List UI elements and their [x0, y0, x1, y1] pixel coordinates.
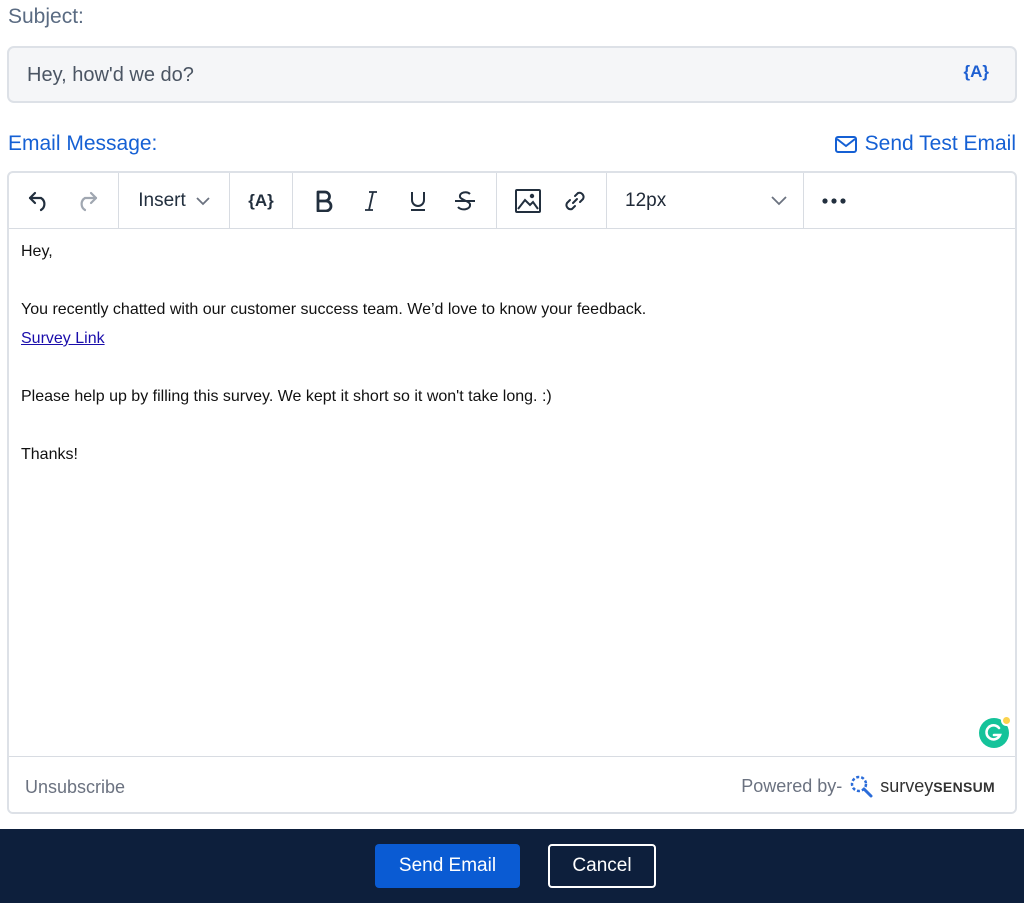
insert-image-button[interactable]	[510, 181, 546, 221]
undo-button[interactable]	[21, 181, 57, 221]
chevron-down-icon	[771, 196, 787, 206]
more-options-button[interactable]	[816, 181, 852, 221]
survey-link[interactable]: Survey Link	[21, 330, 105, 347]
powered-by: Powered by- surveySENSUM	[741, 773, 995, 799]
send-test-email-label: Send Test Email	[864, 132, 1016, 155]
bold-button[interactable]	[307, 181, 341, 221]
insert-dropdown[interactable]: Insert	[138, 181, 210, 221]
insert-link-button[interactable]	[557, 181, 593, 221]
email-editor: Insert {A} 12px Hey, You recently chatte…	[7, 171, 1017, 814]
body-closing: Thanks!	[21, 446, 78, 463]
grammarly-button[interactable]	[979, 715, 1012, 748]
image-icon	[515, 189, 542, 213]
editor-toolbar: Insert {A} 12px	[9, 173, 1015, 229]
history-group	[9, 173, 119, 229]
grammarly-status-dot	[1001, 715, 1012, 726]
send-test-email-button[interactable]: Send Test Email	[834, 132, 1016, 156]
italic-icon	[365, 191, 378, 211]
subject-input[interactable]: Hey, how'd we do? {A}	[7, 46, 1017, 103]
insert-token-button[interactable]: {A}	[248, 181, 274, 221]
insert-label: Insert	[138, 190, 186, 211]
body-line-feedback: You recently chatted with our customer s…	[21, 301, 647, 318]
redo-button[interactable]	[69, 181, 105, 221]
redo-icon	[80, 191, 98, 212]
strikethrough-button[interactable]	[448, 181, 482, 221]
strikethrough-icon	[454, 191, 475, 211]
underline-icon	[410, 192, 425, 211]
font-size-group[interactable]: 12px	[607, 173, 804, 229]
token-group: {A}	[230, 173, 293, 229]
cancel-button[interactable]: Cancel	[548, 844, 656, 888]
font-size-value[interactable]: 12px	[625, 190, 666, 212]
more-icon	[822, 198, 846, 204]
subject-value[interactable]: Hey, how'd we do?	[27, 64, 194, 87]
editor-footer: Unsubscribe Powered by- surveySENSUM	[9, 756, 1015, 812]
surveysensum-logo-text: surveySENSUM	[880, 775, 995, 796]
unsubscribe-link[interactable]: Unsubscribe	[25, 777, 125, 798]
envelope-icon	[834, 135, 857, 153]
media-group	[497, 173, 607, 229]
bold-icon	[316, 190, 333, 212]
body-line-survey: Please help up by filling this survey. W…	[21, 388, 552, 405]
italic-button[interactable]	[354, 181, 388, 221]
insert-group: Insert	[119, 173, 230, 229]
action-bar: Send Email Cancel	[0, 829, 1024, 903]
subject-personalization-token-button[interactable]: {A}	[963, 62, 989, 82]
more-group	[804, 173, 864, 229]
send-email-button[interactable]: Send Email	[375, 844, 520, 888]
subject-label: Subject:	[8, 5, 84, 28]
chevron-down-icon	[196, 196, 210, 205]
link-icon	[565, 191, 585, 211]
body-greeting: Hey,	[21, 243, 53, 260]
format-group	[293, 173, 497, 229]
email-body[interactable]: Hey, You recently chatted with our custo…	[21, 237, 646, 469]
powered-by-label: Powered by-	[741, 775, 843, 796]
email-message-label: Email Message:	[8, 132, 158, 155]
underline-button[interactable]	[401, 181, 435, 221]
surveysensum-logo-icon	[851, 775, 873, 798]
undo-icon	[28, 191, 46, 212]
